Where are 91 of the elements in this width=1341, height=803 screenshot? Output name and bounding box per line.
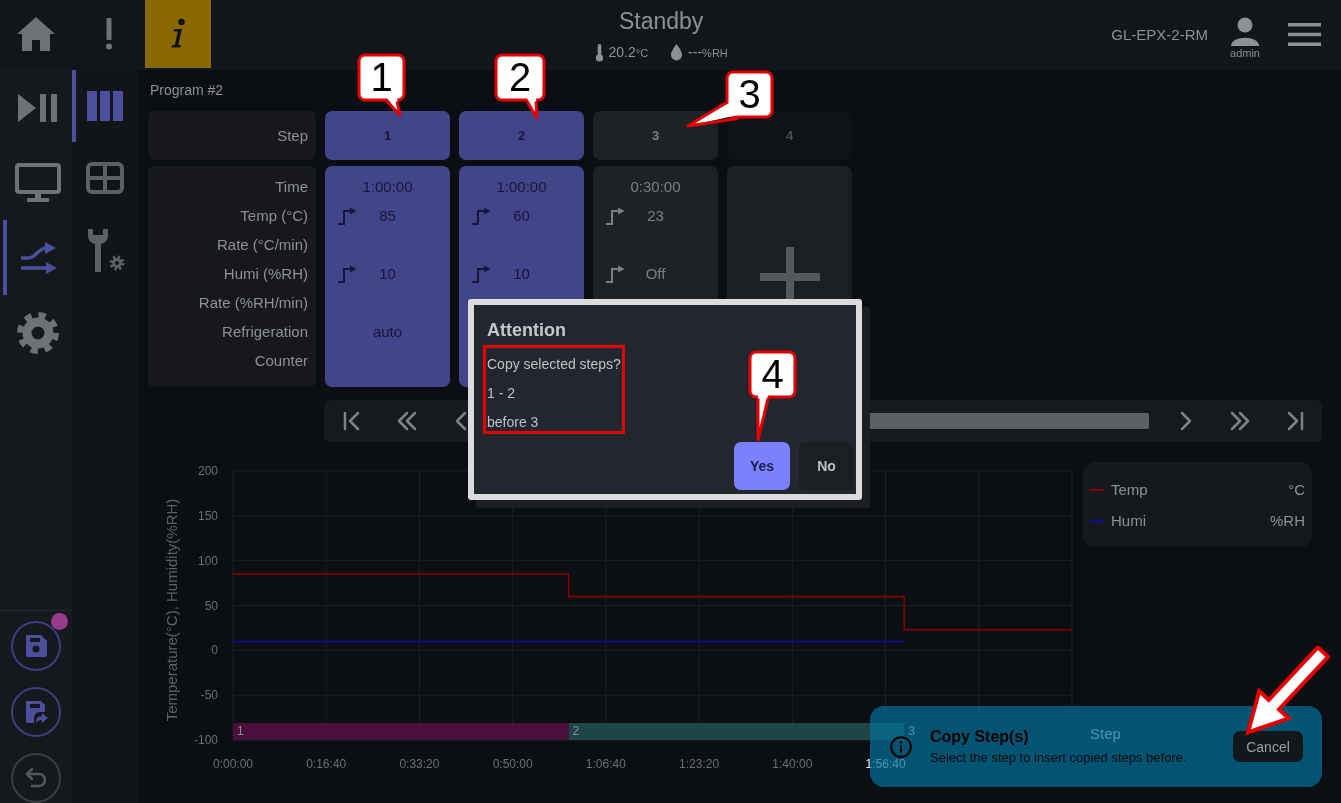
step-tab[interactable]: 3 (593, 111, 718, 160)
dialog-text: 1 - 2 (487, 384, 515, 403)
columns-icon (87, 91, 123, 121)
arrows-icon (18, 241, 57, 274)
axis-tick-label: 0:16:40 (306, 757, 347, 771)
step-ramp-icon (471, 263, 491, 284)
step-band-label: 3 (908, 723, 915, 740)
settings-icon (15, 310, 60, 355)
field-label: Rate (%RH/min) (198, 294, 308, 311)
time-value: 1:00:00 (496, 178, 547, 195)
axis-tick-label: 0:33:20 (399, 757, 440, 771)
info-button[interactable] (145, 0, 211, 68)
numbered-callout: 2 (494, 53, 548, 120)
temperature-value: 23 (647, 207, 664, 224)
undo-icon (24, 766, 48, 790)
axis-tick-label: -100 (193, 733, 218, 747)
exclamation-icon (104, 18, 113, 50)
menu-icon (1288, 22, 1321, 46)
step-ramp-icon (471, 205, 491, 226)
program-title: Program #2 (150, 82, 224, 98)
dialog-text: before 3 (487, 413, 539, 432)
home-icon (16, 16, 56, 52)
save-as-button[interactable] (11, 687, 61, 737)
step-band-label: 2 (572, 723, 580, 740)
step-card[interactable]: 1:00:00 85 10 auto (325, 166, 450, 387)
field-label: Counter (254, 352, 308, 369)
field-label: Time (275, 178, 308, 195)
step-tab[interactable]: 1 (325, 111, 450, 160)
numbered-callout: 1 (357, 53, 409, 117)
user-button[interactable]: admin (1230, 16, 1260, 60)
axis-tick-label: 1:06:40 (585, 757, 626, 771)
axis-tick-label: 0 (211, 643, 218, 658)
axis-tick-label: 1:40:00 (772, 757, 813, 771)
decline-button[interactable]: No (799, 442, 854, 490)
band-legend-label: Step (1090, 725, 1121, 742)
temperature-value: 60 (513, 207, 530, 224)
legend-unit: °C (1288, 481, 1305, 498)
drop-icon (670, 44, 684, 61)
floppy-arrow-icon (23, 699, 49, 725)
axis-tick-label: 100 (197, 553, 218, 568)
toast-message: Select the step to insert copied steps before. (930, 750, 1187, 766)
status-title: Standby (618, 7, 704, 35)
humidity-value: 10 (513, 265, 530, 282)
legend-unit: %RH (1270, 512, 1305, 529)
step-ramp-icon (605, 205, 625, 226)
time-value: 0:30:00 (630, 178, 681, 195)
refrigeration-value: auto (372, 323, 403, 340)
numbered-callout: 3 (684, 70, 776, 128)
cancel-button[interactable]: Cancel (1233, 731, 1303, 762)
toast-title: Copy Step(s) (930, 727, 1029, 747)
confirm-button[interactable]: Yes (734, 442, 790, 490)
menu-button[interactable] (1288, 22, 1321, 46)
axis-tick-label: 50 (204, 598, 218, 613)
step-ramp-icon (337, 263, 357, 284)
play-pause-icon (17, 91, 58, 124)
legend-label: Humi (1111, 512, 1146, 529)
info-icon (890, 735, 912, 758)
step-tab[interactable]: 4 (727, 111, 852, 160)
user-icon (1230, 16, 1260, 46)
row-label: Step (148, 111, 316, 160)
field-label: Temp (°C) (240, 207, 308, 224)
dialog-title: Attention (487, 319, 566, 341)
axis-tick-label: 1:23:20 (679, 757, 720, 771)
humidity-value: 10 (379, 265, 396, 282)
field-label: Refrigeration (222, 323, 308, 340)
numbered-callout: 4 (748, 350, 798, 442)
wrench-gear-icon (85, 227, 125, 273)
field-label: Humi (%RH) (223, 265, 308, 282)
field-label: Rate (°C/min) (217, 236, 308, 253)
temperature-reading: 20.2°C (608, 43, 649, 62)
axis-title: Temperature(°C), Humidity(%RH) (163, 498, 180, 722)
temperature-value: 85 (379, 207, 396, 224)
axis-tick-label: 200 (197, 464, 218, 478)
double-chevron-left-icon (395, 410, 418, 432)
grid-icon (86, 162, 124, 194)
legend-label: Temp (1111, 481, 1148, 498)
humidity-reading: ---%RH (688, 43, 728, 62)
axis-tick-label: 0:00:00 (213, 757, 253, 771)
info-icon (169, 18, 187, 50)
thermometer-icon (594, 43, 604, 62)
step-ramp-icon (605, 263, 625, 284)
axis-tick-label: 150 (197, 508, 218, 523)
time-value: 1:00:00 (362, 178, 413, 195)
double-chevron-right-icon (1228, 410, 1251, 432)
step-ramp-icon (337, 205, 357, 226)
device-name: GL-EPX-2-RM (1111, 25, 1208, 43)
step-band-label: 1 (237, 723, 244, 740)
monitor-icon (14, 162, 61, 203)
axis-tick-label: -50 (200, 688, 218, 703)
axis-tick-label: 0:50:00 (492, 757, 533, 771)
humidity-value: Off (645, 265, 666, 282)
